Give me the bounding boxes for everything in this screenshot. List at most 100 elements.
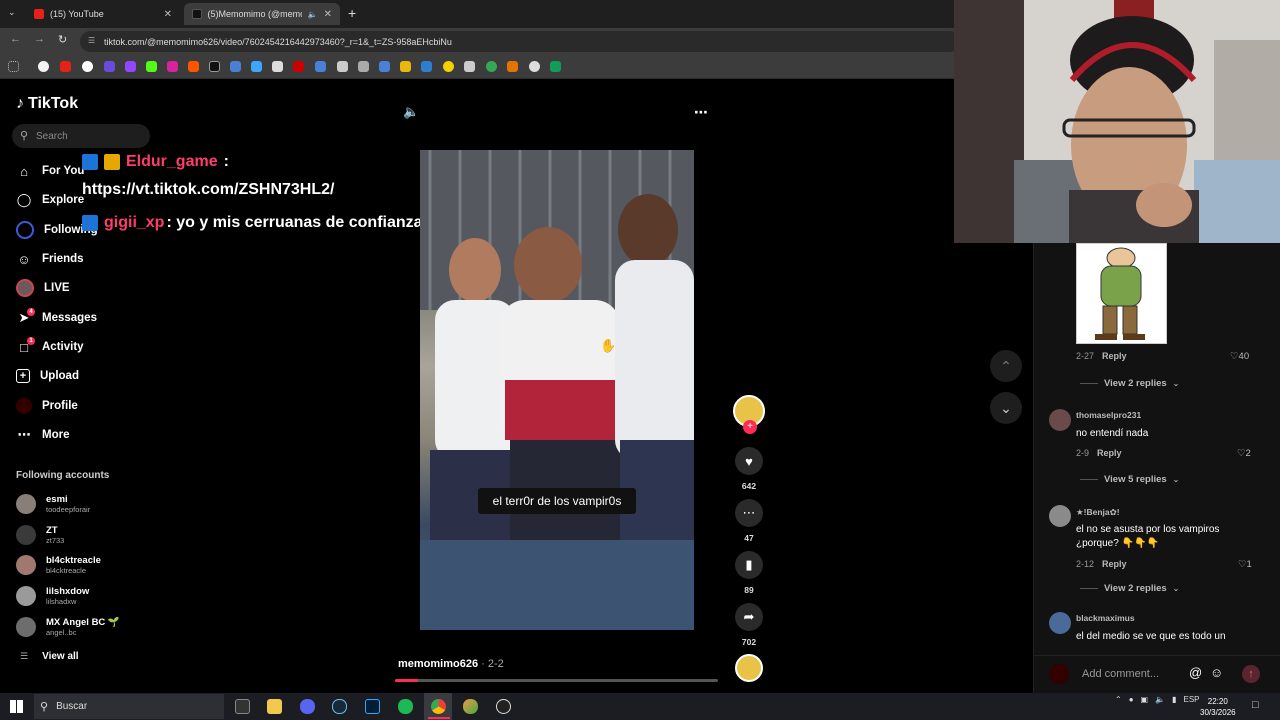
photoshop-icon[interactable] [365,699,380,714]
bookmark-icon[interactable] [337,61,348,72]
bookmark-icon[interactable] [104,61,115,72]
reply-button[interactable]: Reply [1102,559,1127,569]
following-account[interactable]: esmi toodeepforair [16,492,90,516]
battery-icon[interactable]: ▮ [1172,695,1176,704]
send-comment-button[interactable]: ↑ [1242,665,1260,683]
comment-like[interactable]: ♡2 [1237,448,1251,459]
bookmark-icon[interactable] [315,61,326,72]
bookmark-icon[interactable] [251,61,262,72]
emoji-icon[interactable]: ☺ [1210,665,1223,680]
more-options-icon[interactable]: ⋯ [694,104,708,121]
site-info-icon[interactable]: ☰ [88,36,95,45]
volume-icon[interactable]: 🔈 [403,104,419,120]
tab-list-chevron-icon[interactable]: ⌄ [8,7,16,18]
share-button[interactable]: ➦ 702 [735,603,763,647]
bookmark-youtube-icon[interactable] [60,61,71,72]
sound-disc-button[interactable] [735,654,763,682]
nav-explore[interactable]: ◯ Explore [16,190,84,210]
previous-video-button[interactable]: ⌃ [990,350,1022,382]
following-account[interactable]: bl4cktreacle bl4cktreacle [16,553,101,577]
following-account[interactable]: MX Angel BC 🌱 angel..bc [16,615,120,639]
discord-icon[interactable] [300,699,315,714]
bookmark-icon[interactable] [400,61,411,72]
bookmark-icon[interactable] [82,61,93,72]
next-video-button[interactable]: ⌄ [990,392,1022,424]
avatar[interactable] [1049,409,1071,431]
reply-button[interactable]: Reply [1097,448,1122,458]
mic-icon[interactable]: ● [1129,695,1134,704]
bookmark-icon[interactable] [507,61,518,72]
bookmark-instagram-icon[interactable] [167,61,178,72]
video-progress-bar[interactable] [395,679,718,682]
avatar[interactable] [1049,612,1071,634]
url-field[interactable]: ☰ tiktok.com/@memomimo626/video/76024542… [80,31,960,52]
bookmark-icon[interactable] [421,61,432,72]
bookmark-kick-icon[interactable] [146,61,157,72]
search-input[interactable]: ⚲ Search [12,124,150,148]
author-name[interactable]: memomimo626 [398,658,478,670]
bookmark-icon[interactable] [230,61,241,72]
obs-icon[interactable] [496,699,511,714]
network-icon[interactable]: ▣ [1141,695,1149,704]
chrome-icon[interactable] [431,699,446,714]
notifications-icon[interactable]: □ [1252,699,1259,711]
reload-icon[interactable]: ↻ [58,33,67,46]
windows-start-icon[interactable] [10,700,23,713]
comment-user[interactable]: ★!Benja✿! [1076,507,1120,518]
forward-icon[interactable]: → [34,33,45,45]
volume-icon[interactable]: 🔈 [1155,695,1165,704]
bookmark-icon[interactable] [272,61,283,72]
app-icon[interactable] [463,699,478,714]
bookmark-chrome-icon[interactable] [38,61,49,72]
save-button[interactable]: ▮ 89 [735,551,763,595]
following-account[interactable]: ZT zt733 [16,523,64,547]
nav-messages[interactable]: ➤ 4 Messages [16,308,97,328]
comment-button[interactable]: ⋯ 47 [735,499,763,543]
tray-chevron-icon[interactable]: ⌃ [1115,695,1122,704]
nav-profile[interactable]: Profile [16,396,78,416]
comment-user[interactable]: thomaselpro231 [1076,410,1141,420]
bookmark-icon[interactable] [293,61,304,72]
view-replies-button[interactable]: View 2 replies ⌄ [1080,583,1179,594]
tab-tiktok[interactable]: (5)Memomimo (@memomi 🔈 ✕ [184,3,340,25]
nav-activity[interactable]: □ 1 Activity [16,337,84,357]
video-player[interactable] [420,150,694,630]
nav-upload[interactable]: + Upload [16,366,79,386]
tab-youtube[interactable]: (15) YouTube ✕ [26,3,180,25]
bookmark-icon[interactable] [464,61,475,72]
back-icon[interactable]: ← [10,33,21,45]
speaker-icon[interactable]: 🔈 [308,10,318,19]
apps-grid-icon[interactable] [8,61,19,72]
nav-more[interactable]: ⋯ More [16,425,70,445]
taskbar-clock[interactable]: 22:20 30/3/2026 [1200,696,1236,718]
comment-user[interactable]: blackmaximus [1076,613,1135,623]
epic-games-icon[interactable] [235,699,250,714]
nav-live[interactable]: LIVE [16,278,70,298]
spotify-icon[interactable] [398,699,413,714]
file-explorer-icon[interactable] [267,699,282,714]
nav-friends[interactable]: ☺ Friends [16,249,83,269]
bookmark-icon[interactable] [529,61,540,72]
avatar[interactable] [1049,505,1071,527]
bookmark-icon[interactable] [486,61,497,72]
mention-icon[interactable]: @ [1189,665,1202,680]
comment-like[interactable]: ♡1 [1238,559,1252,570]
author-avatar-button[interactable]: + [733,395,765,434]
like-button[interactable]: ♥ 642 [735,447,763,491]
bookmark-x-icon[interactable] [209,61,220,72]
view-all-button[interactable]: ☰ View all [20,651,79,662]
bookmark-icon[interactable] [379,61,390,72]
reply-button[interactable]: Reply [1102,351,1127,361]
steam-icon[interactable] [332,699,347,714]
new-tab-button[interactable]: + [348,5,356,21]
bookmark-twitch-icon[interactable] [125,61,136,72]
comment-like[interactable]: ♡40 [1230,351,1249,362]
following-account[interactable]: lilshxdow lilshadxw [16,584,89,608]
taskbar-search[interactable]: ⚲ Buscar [34,694,224,719]
view-replies-button[interactable]: View 2 replies ⌄ [1080,378,1179,389]
video-author-line[interactable]: memomimo626 · 2-2 [398,658,504,670]
bookmark-icon[interactable] [550,61,561,72]
close-tab-icon[interactable]: ✕ [164,9,172,20]
close-tab-icon[interactable]: ✕ [324,9,332,20]
follow-plus-icon[interactable]: + [743,420,757,434]
